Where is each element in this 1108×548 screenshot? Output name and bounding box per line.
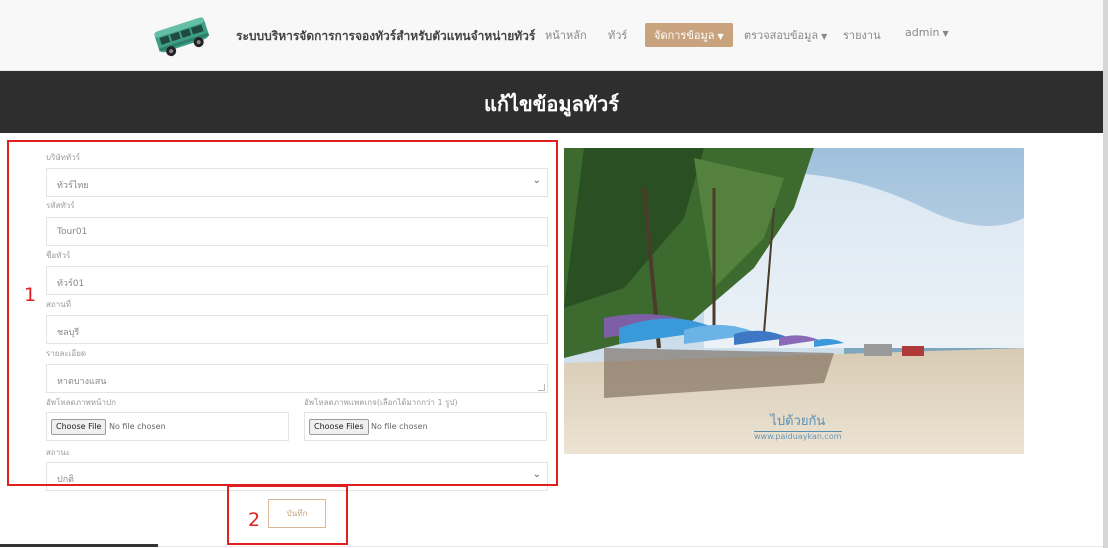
scrollbar-thumb[interactable] [1103, 0, 1108, 548]
footer-divider [0, 544, 158, 547]
caret-down-icon: ▼ [821, 32, 828, 41]
footer-line [158, 546, 1103, 547]
watermark-url: www.paiduaykan.com [754, 432, 842, 441]
watermark-title: ไปด้วยกัน [754, 410, 842, 432]
nav-tours[interactable]: ทัวร์ [608, 26, 627, 44]
nav-manage-label: จัดการข้อมูล [654, 29, 715, 42]
save-button[interactable]: บันทึก [268, 499, 326, 528]
page-header: แก้ไขข้อมูลทัวร์ [0, 71, 1103, 133]
caret-down-icon: ▼ [717, 32, 724, 41]
caret-down-icon: ▼ [942, 29, 949, 38]
page-scrollbar[interactable] [1103, 0, 1108, 548]
tour-photo-beach [564, 148, 1024, 454]
nav-manage-dropdown[interactable]: จัดการข้อมูล ▼ [645, 23, 733, 47]
annotation-box-form [7, 140, 558, 486]
nav-home[interactable]: หน้าหลัก [545, 26, 587, 44]
top-navbar: ระบบบริหารจัดการการจองทัวร์สำหรับตัวแทนจ… [0, 0, 1103, 71]
nav-check-label: ตรวจสอบข้อมูล [744, 29, 819, 42]
nav-report[interactable]: รายงาน [843, 26, 881, 44]
nav-check-dropdown[interactable]: ตรวจสอบข้อมูล ▼ [744, 26, 827, 44]
page-title: แก้ไขข้อมูลทัวร์ [483, 92, 619, 116]
brand-title[interactable]: ระบบบริหารจัดการการจองทัวร์สำหรับตัวแทนจ… [236, 27, 535, 46]
photo-watermark: ไปด้วยกัน www.paiduaykan.com [754, 410, 842, 441]
nav-user-label: admin [905, 26, 940, 39]
annotation-number-1: 1 [24, 284, 37, 306]
bus-logo-icon[interactable] [150, 8, 214, 64]
annotation-number-2: 2 [248, 509, 261, 531]
nav-user-dropdown[interactable]: admin ▼ [905, 26, 949, 39]
